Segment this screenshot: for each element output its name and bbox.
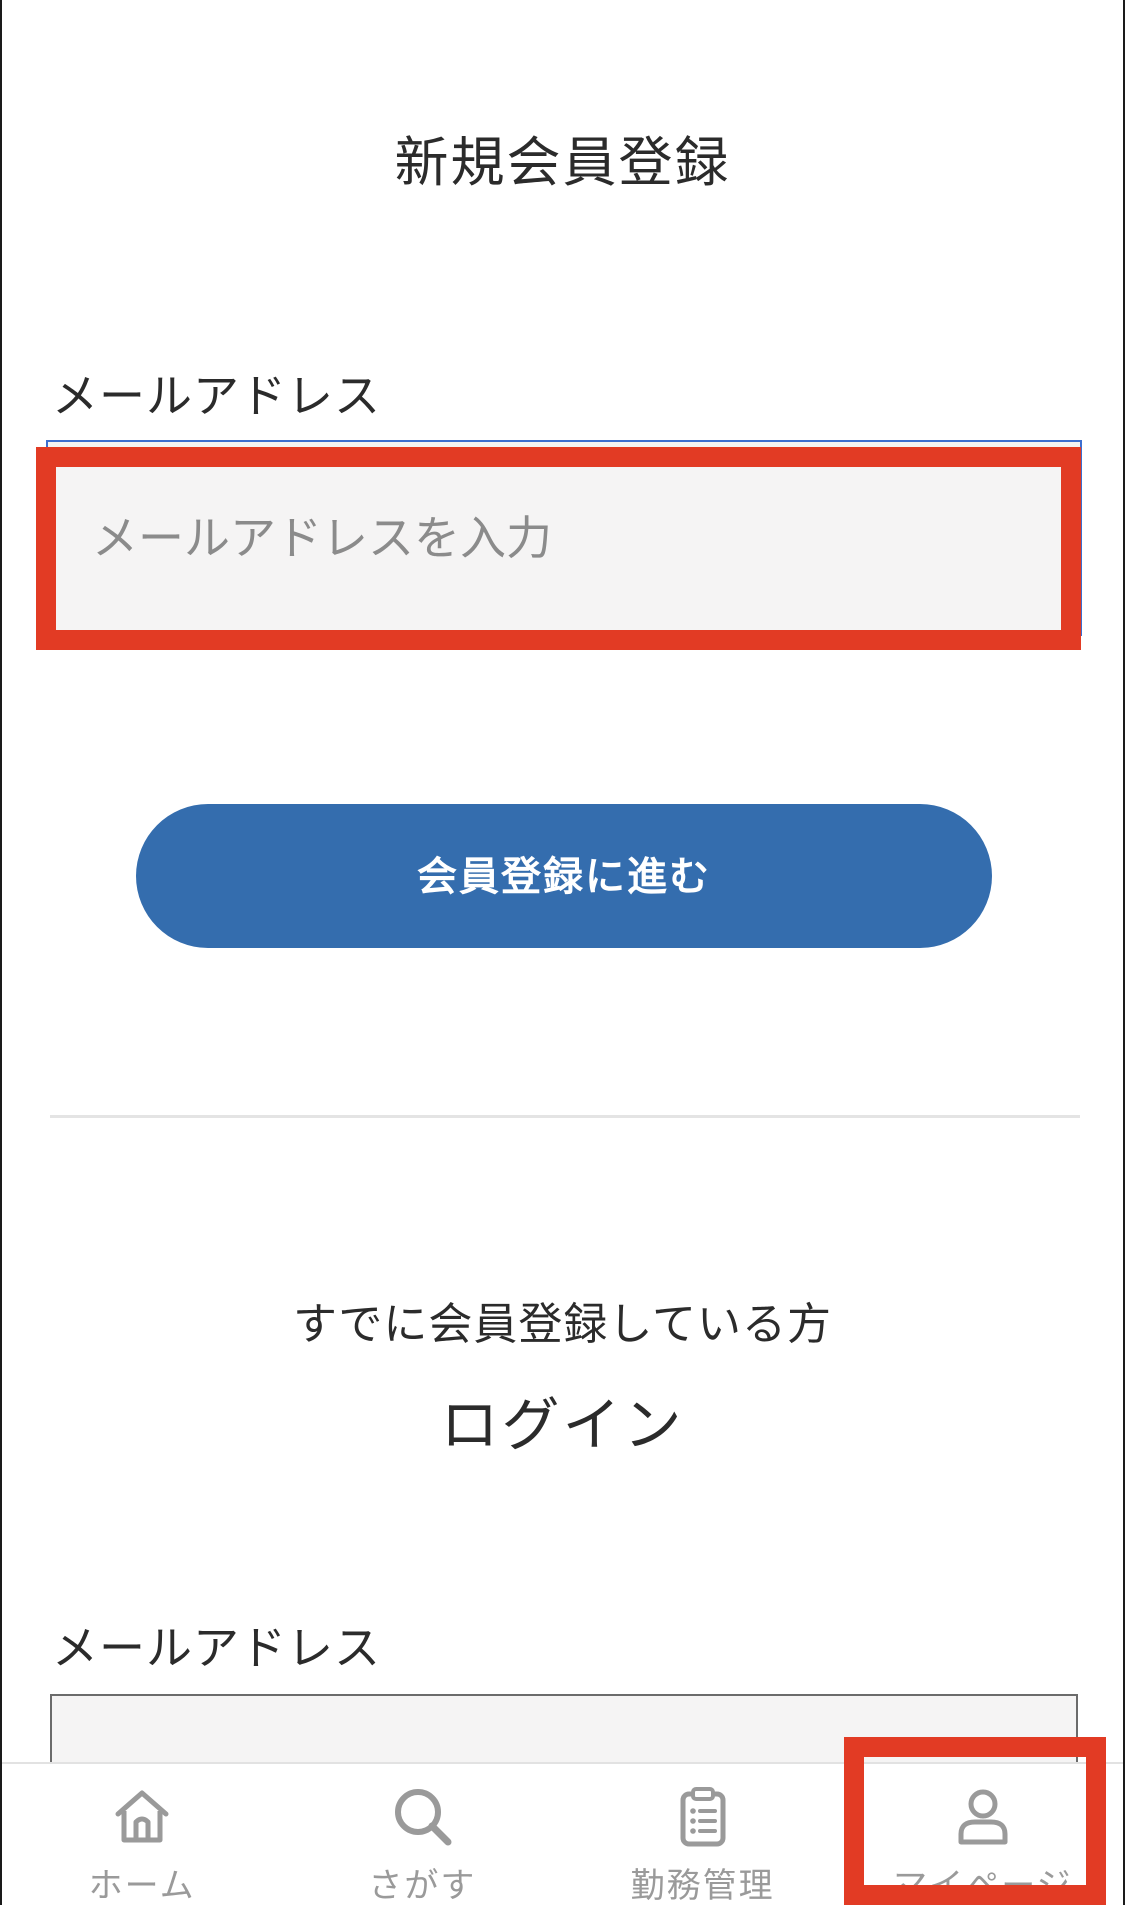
- proceed-to-register-button[interactable]: 会員登録に進む: [136, 804, 992, 948]
- register-email-label: メールアドレス: [52, 369, 381, 423]
- login-email-label: メールアドレス: [52, 1621, 381, 1675]
- login-heading: ログイン: [440, 1391, 685, 1459]
- search-icon: [395, 1789, 452, 1846]
- register-page: 新規会員登録 メールアドレス 会員登録に進む すでに会員登録している方 ログイン…: [0, 0, 1125, 1905]
- tab-mypage[interactable]: マイページ: [843, 1764, 1123, 1905]
- register-email-field-wrapper: [46, 440, 1082, 636]
- section-divider: [50, 1115, 1080, 1118]
- tab-work-management-label: 勤務管理: [630, 1866, 775, 1905]
- existing-member-prompt: すでに会員登録している方: [292, 1299, 833, 1350]
- home-icon: [115, 1790, 169, 1843]
- tab-search-label: さがす: [368, 1866, 477, 1905]
- clipboard-icon: [680, 1787, 726, 1847]
- bottom-tab-bar: ホーム さがす 勤務管理 マイページ: [2, 1762, 1123, 1905]
- tab-home[interactable]: ホーム: [2, 1764, 282, 1905]
- tab-search[interactable]: さがす: [282, 1764, 562, 1905]
- tab-home-label: ホーム: [88, 1866, 196, 1905]
- user-icon: [958, 1789, 1008, 1845]
- tab-work-management[interactable]: 勤務管理: [563, 1764, 843, 1905]
- tab-mypage-label: マイページ: [893, 1866, 1073, 1905]
- register-email-input[interactable]: [48, 442, 1080, 634]
- page-title: 新規会員登録: [394, 131, 731, 194]
